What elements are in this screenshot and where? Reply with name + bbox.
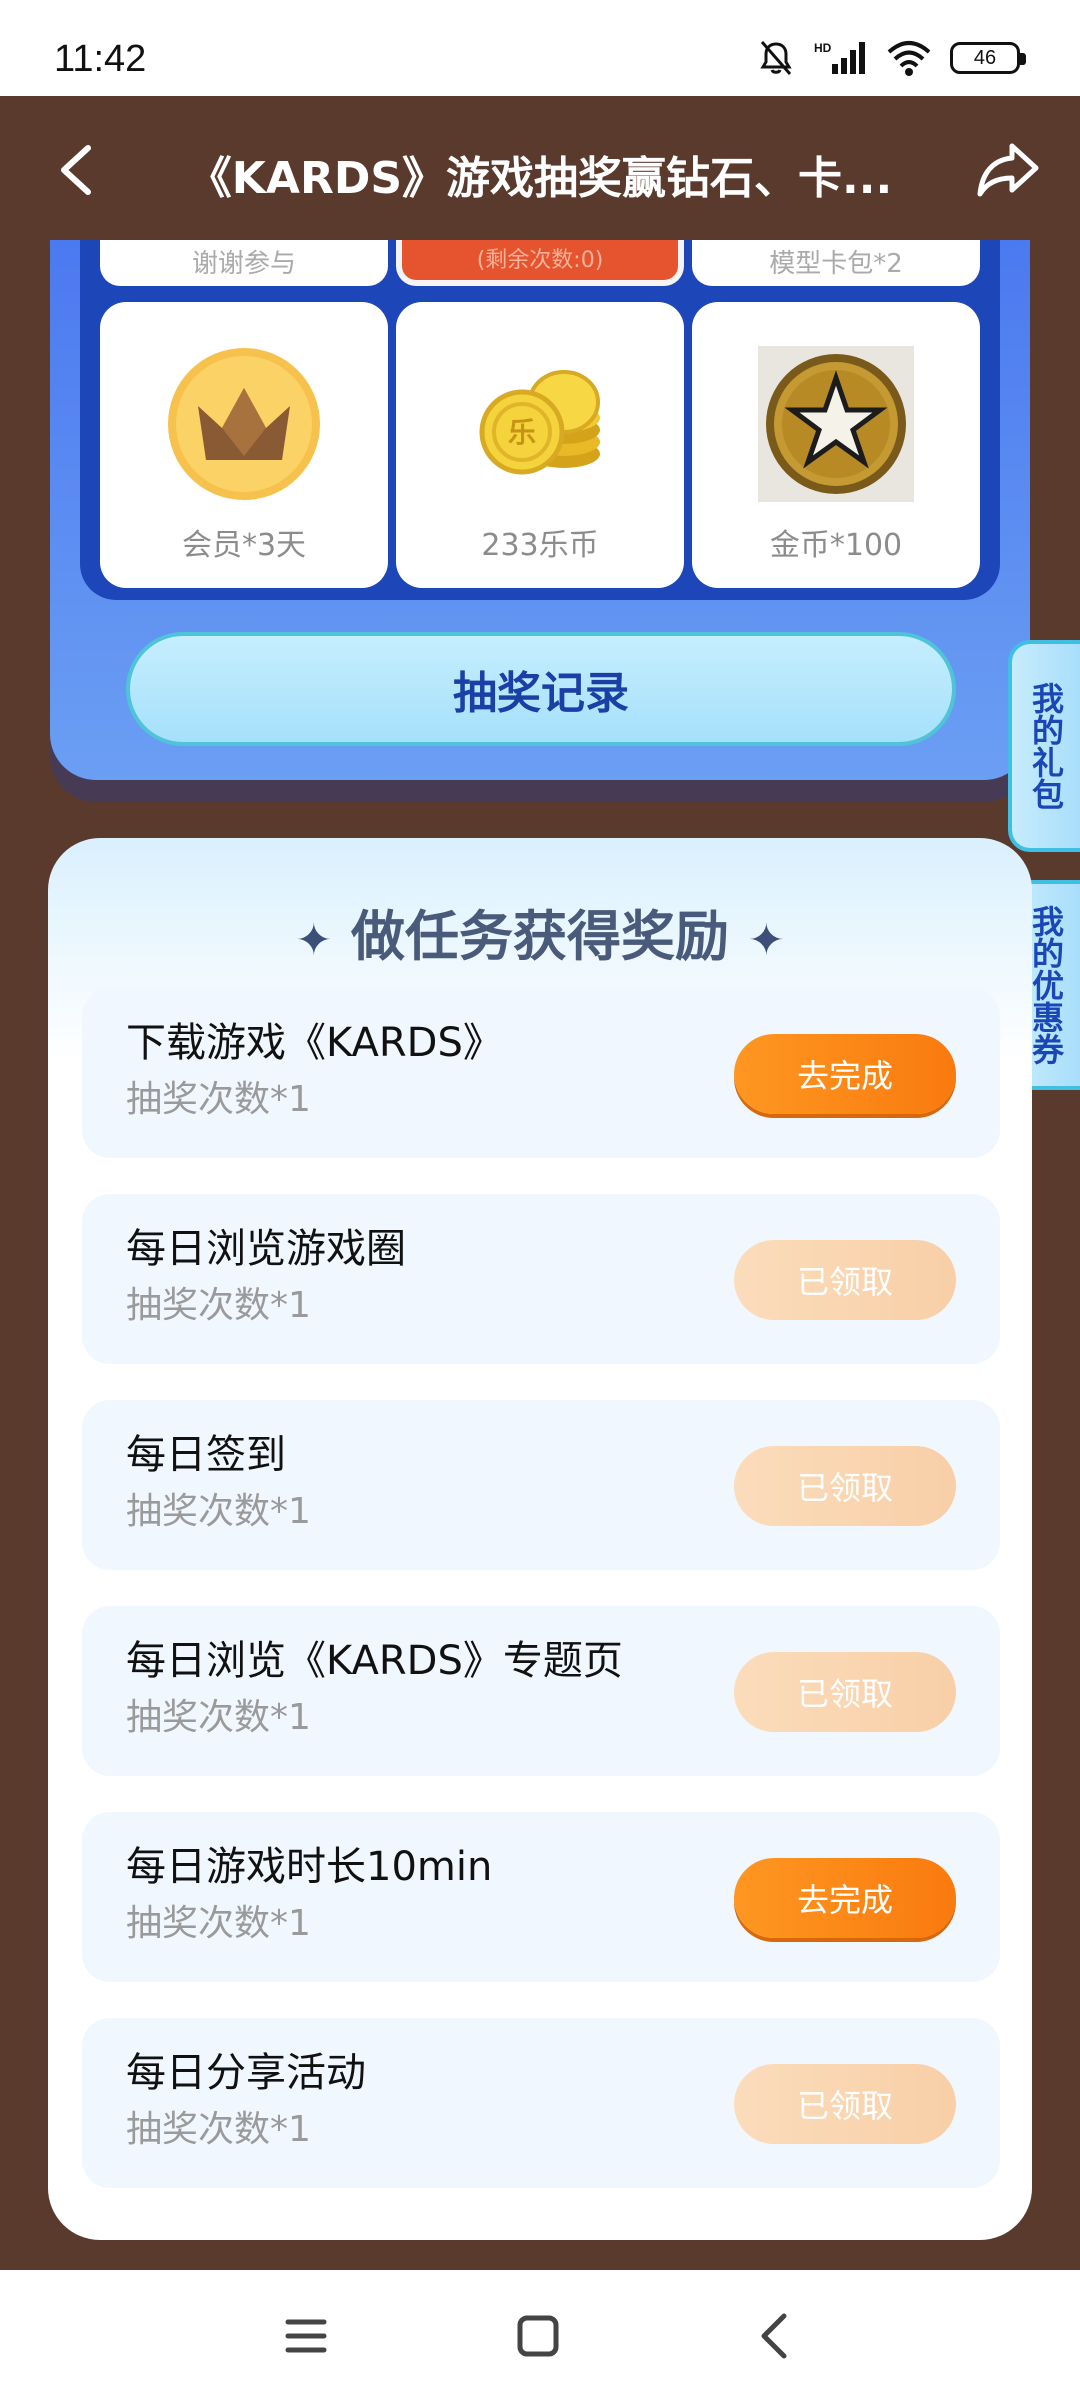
sparkle-icon: ✦ xyxy=(747,914,785,966)
draw-remaining-label: (剩余次数:0) xyxy=(476,248,604,273)
prize-label: 金币*100 xyxy=(769,528,903,563)
prize-label: 模型卡包*2 xyxy=(769,249,903,279)
prize-cell-vip: 会员*3天 xyxy=(100,302,388,588)
task-reward: 抽奖次数*1 xyxy=(126,1491,311,1532)
task-name: 每日签到 xyxy=(126,1432,286,1478)
task-reward: 抽奖次数*1 xyxy=(126,1079,311,1120)
prize-cell-gold: 金币*100 xyxy=(692,302,980,588)
wifi-icon xyxy=(887,41,931,76)
task-claimed-button[interactable]: 已领取 xyxy=(734,1446,956,1526)
prize-cell-partial: 谢谢参与 xyxy=(100,240,388,286)
task-section-title: ✦ 做任务获得奖励 ✦ xyxy=(48,892,1032,971)
task-item: 每日签到 抽奖次数*1 已领取 xyxy=(82,1400,1000,1570)
task-name: 每日浏览游戏圈 xyxy=(126,1226,406,1272)
task-name: 每日游戏时长10min xyxy=(126,1844,493,1890)
task-section: ✦ 做任务获得奖励 ✦ 下载游戏《KARDS》 抽奖次数*1 去完成 每日浏览游… xyxy=(48,838,1032,2240)
prize-cell-coins: 乐 233乐币 xyxy=(396,302,684,588)
prize-label: 233乐币 xyxy=(481,528,599,563)
prize-cell-partial: 模型卡包*2 xyxy=(692,240,980,286)
svg-text:HD: HD xyxy=(814,41,832,55)
prize-label: 谢谢参与 xyxy=(191,249,296,279)
status-icons: HD 46 xyxy=(756,38,1026,78)
bell-off-icon xyxy=(760,41,792,75)
task-name: 下载游戏《KARDS》 xyxy=(126,1020,503,1066)
task-item: 每日浏览《KARDS》专题页 抽奖次数*1 已领取 xyxy=(82,1606,1000,1776)
coins-icon: 乐 xyxy=(479,370,600,475)
task-claimed-button[interactable]: 已领取 xyxy=(734,1652,956,1732)
system-nav-bar xyxy=(0,2270,1080,2400)
task-item: 每日分享活动 抽奖次数*1 已领取 xyxy=(82,2018,1000,2188)
status-bar: 11:42 HD 46 xyxy=(0,0,1080,96)
back-icon[interactable] xyxy=(744,2306,804,2366)
task-go-button[interactable]: 去完成 xyxy=(734,1858,956,1938)
task-item: 每日游戏时长10min 抽奖次数*1 去完成 xyxy=(82,1812,1000,1982)
task-reward: 抽奖次数*1 xyxy=(126,1697,311,1738)
svg-text:乐: 乐 xyxy=(508,416,536,449)
header: 《KARDS》游戏抽奖赢钻石、卡... xyxy=(0,96,1080,240)
task-item: 下载游戏《KARDS》 抽奖次数*1 去完成 xyxy=(82,988,1000,1158)
draw-button-partial[interactable]: (剩余次数:0) xyxy=(396,240,684,286)
chevron-left-icon[interactable] xyxy=(54,142,102,198)
crown-icon xyxy=(168,348,320,500)
draw-record-button[interactable]: 抽奖记录 xyxy=(126,632,956,746)
prize-panel: 谢谢参与 (剩余次数:0) 模型卡包*2 会员*3天 乐 233乐币 金币*10… xyxy=(50,240,1030,780)
my-gift-tab[interactable]: 我的礼包 xyxy=(1008,640,1080,852)
menu-icon[interactable] xyxy=(276,2306,336,2366)
task-reward: 抽奖次数*1 xyxy=(126,2109,311,2150)
home-icon[interactable] xyxy=(508,2306,568,2366)
gold-coin-icon xyxy=(758,346,914,502)
task-go-button[interactable]: 去完成 xyxy=(734,1034,956,1114)
task-reward: 抽奖次数*1 xyxy=(126,1903,311,1944)
task-claimed-button[interactable]: 已领取 xyxy=(734,2064,956,2144)
prize-grid: 谢谢参与 (剩余次数:0) 模型卡包*2 会员*3天 乐 233乐币 金币*10… xyxy=(80,240,1000,600)
status-time: 11:42 xyxy=(54,38,147,80)
share-icon[interactable] xyxy=(976,140,1040,200)
task-item: 每日浏览游戏圈 抽奖次数*1 已领取 xyxy=(82,1194,1000,1364)
task-title-text: 做任务获得奖励 xyxy=(351,905,729,968)
task-reward: 抽奖次数*1 xyxy=(126,1285,311,1326)
page-title: 《KARDS》游戏抽奖赢钻石、卡... xyxy=(187,153,893,204)
task-name: 每日分享活动 xyxy=(126,2050,366,2096)
signal-icon: HD xyxy=(814,41,865,74)
battery-icon: 46 xyxy=(950,42,1026,74)
prize-label: 会员*3天 xyxy=(181,528,307,563)
task-name: 每日浏览《KARDS》专题页 xyxy=(126,1638,623,1684)
task-claimed-button[interactable]: 已领取 xyxy=(734,1240,956,1320)
sparkle-icon: ✦ xyxy=(295,914,333,966)
